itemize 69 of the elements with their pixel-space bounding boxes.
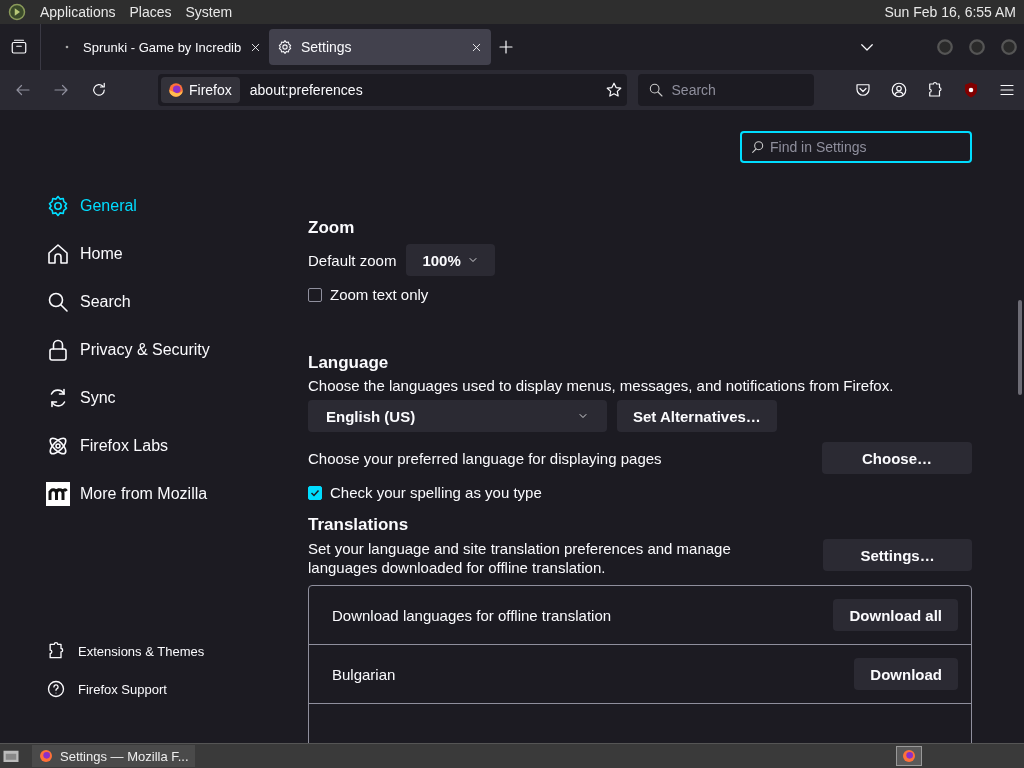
settings-icon[interactable]: [277, 39, 293, 55]
new-tab-icon[interactable]: [497, 38, 515, 56]
logo-icon[interactable]: [46, 482, 70, 506]
menu-item[interactable]: Places: [129, 4, 172, 20]
browser-tab[interactable]: Sprunki - Game by Incredib: [51, 29, 263, 65]
checkbox[interactable]: [308, 287, 322, 302]
sidebar-item[interactable]: Home: [46, 230, 300, 278]
firefox-logo-icon[interactable]: [167, 81, 185, 99]
star-icon[interactable]: [604, 81, 623, 99]
set-alternatives-button[interactable]: Set Alternatives…: [617, 400, 777, 432]
find-field[interactable]: Find in Settings: [740, 131, 972, 163]
sidebar-item[interactable]: Search: [46, 278, 300, 326]
language-label: Download languages for offline translation: [332, 606, 612, 624]
sidebar-link[interactable]: Firefox Support: [46, 670, 300, 708]
taskbar-button[interactable]: Settings — Mozilla F...: [32, 745, 195, 767]
clock: Sun Feb 16, 6:55 AM: [884, 4, 1016, 20]
distro-logo-icon[interactable]: [8, 3, 26, 21]
scrollbar-thumb[interactable]: [1018, 300, 1022, 395]
tray-item[interactable]: [896, 746, 922, 766]
account-icon[interactable]: [890, 81, 908, 99]
menu-item[interactable]: System: [185, 4, 233, 20]
pocket-icon[interactable]: [854, 81, 872, 99]
checkbox-label: Zoom text only: [330, 286, 429, 303]
browser-tab[interactable]: Settings: [269, 29, 491, 65]
search-icon[interactable]: [647, 82, 664, 98]
identity-label: Firefox: [189, 82, 232, 98]
section-heading: Translations: [308, 515, 410, 535]
settings-icon[interactable]: [46, 194, 70, 218]
section-description: Set your language and site translation preferences and manage languages downloaded for offline translation.: [308, 539, 732, 577]
translation-settings-button[interactable]: Settings…: [823, 539, 972, 571]
help-icon[interactable]: [46, 679, 66, 699]
checkbox-label: Check your spelling as you type: [330, 484, 542, 501]
sidebar-item[interactable]: More from Mozilla: [46, 470, 300, 518]
url-text: about:preferences: [249, 82, 364, 98]
tab-title: Sprunki - Game by Incredib: [83, 39, 242, 55]
sidebar-link[interactable]: Extensions & Themes: [46, 632, 300, 670]
section-heading: Language: [308, 353, 390, 373]
search-field[interactable]: Search: [637, 74, 814, 106]
section-heading: Zoom: [308, 218, 356, 238]
section-description: Choose the languages used to display menus, messages, and notifications from Firefox.: [308, 377, 895, 394]
lock-icon[interactable]: [46, 338, 70, 362]
download-button[interactable]: Download all: [833, 599, 958, 631]
checkbox[interactable]: [308, 485, 322, 500]
reload-icon[interactable]: [90, 81, 108, 99]
find-placeholder: Find in Settings: [770, 139, 867, 155]
search-icon[interactable]: [46, 290, 70, 314]
address-bar[interactable]: Firefox about:preferences: [158, 74, 627, 106]
sidebar-item[interactable]: Privacy & Security: [46, 326, 300, 374]
zoom-dropdown[interactable]: 100%: [406, 244, 495, 276]
download-button[interactable]: Download: [854, 658, 958, 690]
language-dropdown[interactable]: English (US): [308, 400, 607, 432]
firefox-logo-icon[interactable]: [38, 748, 54, 764]
atom-icon[interactable]: [46, 434, 70, 458]
search-placeholder: Search: [671, 82, 716, 98]
home-icon[interactable]: [46, 242, 70, 266]
field-label: Default zoom: [308, 251, 397, 269]
tab-list-icon[interactable]: [10, 38, 28, 56]
sidebar-item[interactable]: Firefox Labs: [46, 422, 300, 470]
choose-button[interactable]: Choose…: [822, 442, 972, 474]
setting-label: Choose your preferred language for displaying pages: [308, 449, 662, 467]
sidebar-item[interactable]: Sync: [46, 374, 300, 422]
identity-chip[interactable]: Firefox: [161, 77, 240, 103]
puzzle-icon[interactable]: [926, 81, 944, 99]
menu-item[interactable]: Applications: [40, 4, 116, 20]
tab-title: Settings: [301, 39, 353, 55]
sidebar-item[interactable]: General: [46, 182, 300, 230]
language-label: Bulgarian: [332, 665, 396, 683]
shield-icon[interactable]: [962, 81, 980, 99]
search-icon[interactable]: [750, 139, 766, 155]
